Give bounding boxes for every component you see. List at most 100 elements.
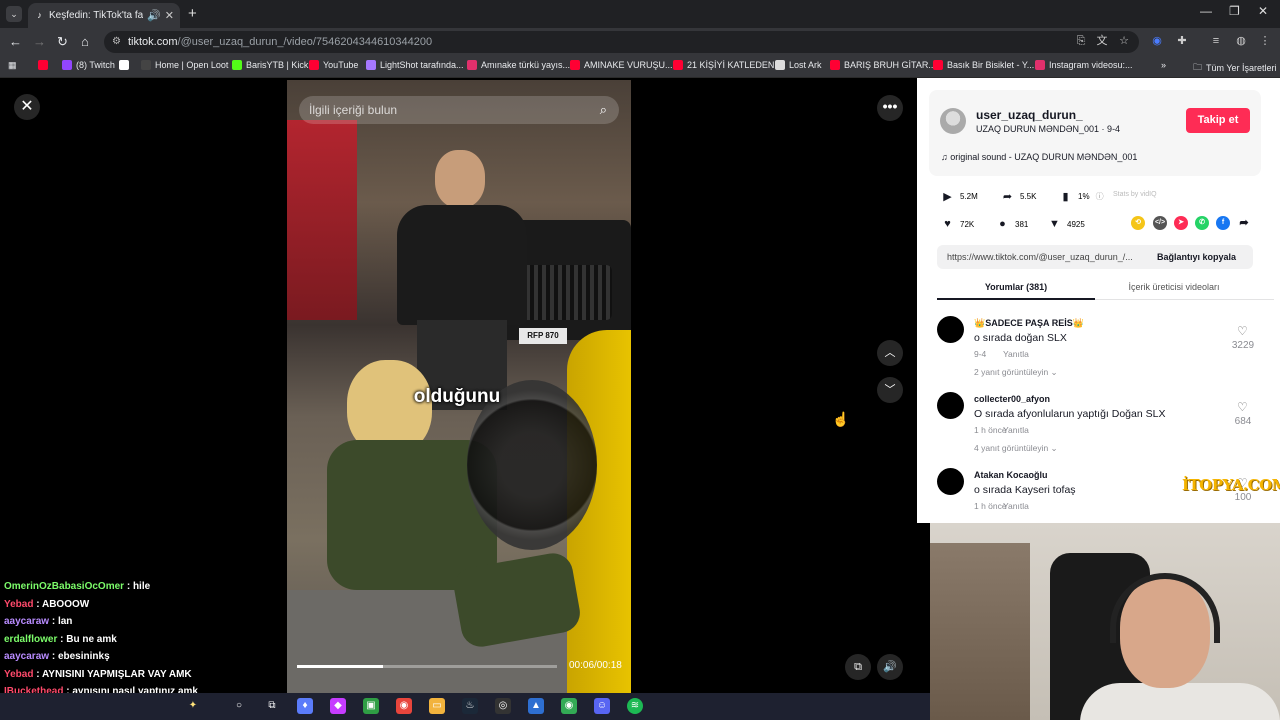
bookmark-item[interactable]: Home | Open Loot <box>141 60 228 70</box>
translate-icon[interactable]: 文 <box>1096 35 1108 47</box>
video-link[interactable]: https://www.tiktok.com/@user_uzaq_durun_… <box>947 245 1145 269</box>
view-replies-button[interactable]: 4 yanıt görüntüleyin ⌄ <box>974 443 1058 454</box>
next-video-button[interactable]: ﹀ <box>877 377 903 403</box>
search-circle-icon[interactable]: ○ <box>231 698 247 714</box>
more-bookmarks-icon[interactable]: » <box>1161 60 1166 70</box>
bookmark-item[interactable]: BARIŞ BRUH GİTAR... <box>830 60 936 70</box>
bookmark-item[interactable] <box>38 60 52 70</box>
back-icon[interactable]: ← <box>9 34 22 49</box>
search-icon[interactable]: ⌕ <box>600 96 607 124</box>
share-repost-icon[interactable]: ⟲ <box>1131 216 1145 230</box>
video-player[interactable]: RFP 870 İlgili içeriği bulun ⌕ olduğunu … <box>287 80 631 693</box>
app-icon-2[interactable]: ▲ <box>528 698 544 714</box>
copilot-sparkle-icon[interactable]: ✦ <box>185 698 201 714</box>
comment-reply-button[interactable]: Yanıtla <box>1003 349 1029 359</box>
comment-avatar[interactable] <box>937 392 964 419</box>
obs-icon[interactable]: ◎ <box>495 698 511 714</box>
comment-reply-button[interactable]: Yanıtla <box>1003 425 1029 435</box>
comment-avatar[interactable] <box>937 316 964 343</box>
restore-icon[interactable]: ❐ <box>1229 4 1240 18</box>
new-tab-button[interactable]: + <box>188 5 197 22</box>
task-view-icon[interactable]: ⧉ <box>264 698 280 714</box>
comments-stat[interactable]: ● 381 <box>996 218 1028 230</box>
chat-username: Yebad <box>4 598 34 610</box>
share-facebook-icon[interactable]: f <box>1216 216 1230 230</box>
miniplayer-icon[interactable]: ⧉ <box>845 654 871 680</box>
home-icon[interactable]: ⌂ <box>81 34 89 49</box>
chrome-icon[interactable]: ◉ <box>396 698 412 714</box>
active-tab-underline <box>937 298 1095 300</box>
close-video-button[interactable]: ✕ <box>14 94 40 120</box>
saves-stat[interactable]: ▼ 4925 <box>1048 218 1085 230</box>
avatar[interactable] <box>940 108 966 134</box>
comment-username[interactable]: Atakan Kocaoğlu <box>974 470 1048 480</box>
bookmark-item[interactable]: AMINAKE VURUŞU... <box>570 60 673 70</box>
tab-audio-icon[interactable]: 🔊 <box>147 9 161 22</box>
more-options-button[interactable]: ••• <box>877 95 903 121</box>
share-embed-icon[interactable]: </> <box>1153 216 1167 230</box>
bookmark-item[interactable]: 21 KİŞİYİ KATLEDEN... <box>673 60 782 70</box>
site-info-icon[interactable]: ⚙ <box>112 31 121 53</box>
bookmark-item[interactable]: Amınake türkü yayıs... <box>467 60 570 70</box>
bookmark-item[interactable]: BarisYTB | Kick <box>232 60 308 70</box>
bookmark-item[interactable]: YouTube <box>309 60 358 70</box>
spotify-icon[interactable]: ≋ <box>627 698 643 714</box>
chrome-active-icon[interactable]: ◉ <box>561 698 577 714</box>
comment-username[interactable]: 👑SADECE PAŞA REİS👑 <box>974 318 1084 329</box>
minimize-icon[interactable]: — <box>1200 4 1212 18</box>
copilot-icon[interactable]: ◆ <box>330 698 346 714</box>
bookmark-item[interactable]: Instagram videosu:... <box>1035 60 1133 70</box>
share-more-icon[interactable]: ➦ <box>1237 216 1251 230</box>
previous-video-button[interactable]: ︿ <box>877 340 903 366</box>
comment-like-count: 3229 <box>1231 340 1255 351</box>
file-explorer-icon[interactable]: ▭ <box>429 698 445 714</box>
discord-icon[interactable]: ☺ <box>594 698 610 714</box>
steam-icon[interactable]: ♨ <box>462 698 478 714</box>
forward-icon[interactable]: → <box>33 34 46 49</box>
tab-creator-videos[interactable]: İçerik üreticisi videoları <box>1095 282 1253 292</box>
volume-icon[interactable]: 🔊 <box>877 654 903 680</box>
comment-heart-icon[interactable]: ♡ <box>1237 324 1248 338</box>
address-bar[interactable]: ⚙ tiktok.com/@user_uzaq_durun_/video/754… <box>104 31 1139 53</box>
bookmark-item[interactable]: Lost Ark <box>775 60 822 70</box>
bookmarks-bar: ▦ (8) Twitch Home | Open Loot BarisYTB | K… <box>0 56 1280 78</box>
comment-username[interactable]: collecter00_afyon <box>974 394 1050 404</box>
bookmark-item[interactable]: LightShot tarafında... <box>366 60 464 70</box>
likes-stat[interactable]: ♥ 72K <box>941 218 974 230</box>
bookmark-item[interactable]: (8) Twitch <box>62 60 115 70</box>
view-replies-button[interactable]: 2 yanıt görüntüleyin ⌄ <box>974 367 1058 378</box>
tab-search-icon[interactable]: ⌄ <box>6 6 22 22</box>
music-link[interactable]: ♫ original sound - UZAQ DURUN MƏNDƏN_001 <box>941 152 1137 162</box>
all-bookmarks[interactable]: 🗀 Tüm Yer İşaretleri <box>1193 60 1277 76</box>
comment-reply-button[interactable]: Yanıtla <box>1003 501 1029 511</box>
app-icon-1[interactable]: ♦ <box>297 698 313 714</box>
author-username[interactable]: user_uzaq_durun_ <box>976 108 1083 122</box>
comment-avatar[interactable] <box>937 468 964 495</box>
related-search-input[interactable]: İlgili içeriği bulun ⌕ <box>299 96 619 124</box>
tab-comments[interactable]: Yorumlar (381) <box>937 282 1095 292</box>
reload-icon[interactable]: ↻ <box>57 34 68 50</box>
bookmark-star-icon[interactable]: ☆ <box>1118 35 1130 47</box>
follow-button[interactable]: Takip et <box>1186 108 1250 133</box>
comment-text: o sırada Kayseri tofaş <box>974 484 1076 496</box>
extension-icon[interactable]: ◉ <box>1151 35 1163 47</box>
chrome-menu-icon[interactable]: ⋮ <box>1259 35 1271 47</box>
apps-grid-icon[interactable]: ▦ <box>8 60 17 71</box>
video-caption: olduğunu <box>413 386 501 407</box>
share-send-icon[interactable]: ➤ <box>1174 216 1188 230</box>
comment-heart-icon[interactable]: ♡ <box>1237 400 1248 414</box>
window-close-icon[interactable]: ✕ <box>1258 4 1268 18</box>
install-app-icon[interactable]: ⎘ <box>1075 35 1087 47</box>
profile-icon[interactable]: ◍ <box>1235 35 1247 47</box>
store-icon[interactable]: ▣ <box>363 698 379 714</box>
video-progress-bar[interactable] <box>297 665 557 668</box>
bookmark-item[interactable] <box>119 60 133 70</box>
extensions-puzzle-icon[interactable]: ✚ <box>1176 35 1188 47</box>
media-icon[interactable]: ≡ <box>1210 35 1222 47</box>
tab-close-icon[interactable]: ✕ <box>165 9 174 22</box>
active-tab[interactable]: ♪ Keşfedin: TikTok'ta favori vi 🔊 ✕ <box>28 3 180 28</box>
copy-link-button[interactable]: Bağlantıyı kopyala <box>1157 245 1236 269</box>
bookmark-favicon-icon <box>775 60 785 70</box>
share-whatsapp-icon[interactable]: ✆ <box>1195 216 1209 230</box>
bookmark-item[interactable]: Basık Bir Bisiklet - Y... <box>933 60 1034 70</box>
